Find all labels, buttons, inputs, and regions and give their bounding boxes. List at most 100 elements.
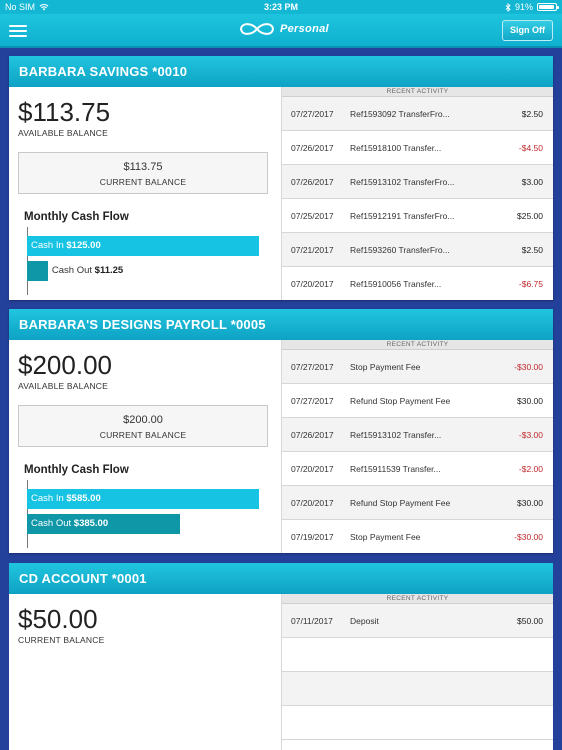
hamburger-menu-icon[interactable]	[9, 22, 27, 38]
activity-date: 07/27/2017	[291, 361, 334, 372]
activity-description: Ref1593092 TransferFro...	[350, 108, 450, 119]
cash-in-bar: Cash In $125.00	[27, 236, 259, 256]
activity-description: Ref1593260 TransferFro...	[350, 244, 450, 255]
current-balance-box: $113.75 CURRENT BALANCE	[18, 152, 268, 194]
activity-list: 07/11/2017 Deposit $50.00	[282, 604, 553, 740]
activity-row[interactable]: 07/27/2017 Stop Payment Fee -$30.00	[282, 350, 553, 384]
account-title[interactable]: BARBARA'S DESIGNS PAYROLL *0005	[9, 309, 553, 340]
cash-in-bar: Cash In $585.00	[27, 489, 259, 509]
nav-bar: Personal Sign Off	[0, 14, 562, 48]
activity-row[interactable]: 07/11/2017 Deposit $50.00	[282, 604, 553, 638]
activity-date: 07/27/2017	[291, 395, 334, 406]
activity-date: 07/19/2017	[291, 531, 334, 542]
activity-date: 07/26/2017	[291, 142, 334, 153]
recent-activity-panel: RECENT ACTIVITY 07/27/2017 Ref1593092 Tr…	[281, 87, 553, 300]
available-balance-amount: $200.00	[18, 350, 112, 380]
activity-amount: -$3.00	[518, 429, 543, 440]
activity-amount: $30.00	[517, 497, 543, 508]
activity-description: Refund Stop Payment Fee	[350, 497, 451, 508]
menu-line	[9, 30, 27, 32]
sign-off-button[interactable]: Sign Off	[502, 20, 553, 41]
activity-amount: $30.00	[517, 395, 543, 406]
wifi-icon	[39, 4, 49, 11]
activity-amount: $3.00	[521, 176, 543, 187]
activity-description: Stop Payment Fee	[350, 361, 421, 372]
activity-row[interactable]: 07/26/2017 Ref15918100 Transfer... -$4.5…	[282, 131, 553, 165]
logo-text: Personal	[280, 23, 329, 35]
activity-row[interactable]: 07/26/2017 Ref15913102 Transfer... -$3.0…	[282, 418, 553, 452]
account-card: BARBARA'S DESIGNS PAYROLL *0005 $200.00 …	[9, 309, 553, 553]
cash-out-text: Cash Out $11.25	[52, 261, 123, 281]
activity-row[interactable]: 07/20/2017 Ref15910056 Transfer... -$6.7…	[282, 267, 553, 300]
activity-row[interactable]: 07/27/2017 Refund Stop Payment Fee $30.0…	[282, 384, 553, 418]
recent-activity-panel: RECENT ACTIVITY 07/27/2017 Stop Payment …	[281, 340, 553, 553]
recent-activity-header: RECENT ACTIVITY	[282, 340, 553, 350]
cash-out-amount: $11.25	[94, 265, 124, 276]
current-balance-box: $200.00 CURRENT BALANCE	[18, 405, 268, 447]
activity-description: Stop Payment Fee	[350, 531, 421, 542]
activity-description: Ref15912191 TransferFro...	[350, 210, 455, 221]
app-logo: Personal	[238, 21, 329, 37]
current-balance-amount: $113.75	[123, 161, 163, 173]
activity-row[interactable]: 07/26/2017 Ref15913102 TransferFro... $3…	[282, 165, 553, 199]
account-card: CD ACCOUNT *0001 $50.00 CURRENT BALANCE …	[9, 563, 553, 750]
activity-date: 07/25/2017	[291, 210, 334, 221]
activity-date: 07/26/2017	[291, 176, 334, 187]
available-balance-amount: $113.75	[18, 97, 111, 127]
empty-activity-row	[282, 638, 553, 672]
activity-description: Ref15918100 Transfer...	[350, 142, 442, 153]
menu-line	[9, 25, 27, 27]
activity-amount: $25.00	[517, 210, 543, 221]
account-title[interactable]: CD ACCOUNT *0001	[9, 563, 553, 594]
balance-panel: $50.00 CURRENT BALANCE	[9, 594, 281, 750]
current-balance-label: CURRENT BALANCE	[18, 635, 105, 645]
current-balance-amount: $200.00	[123, 414, 163, 426]
bluetooth-icon	[505, 2, 511, 12]
activity-row[interactable]: 07/20/2017 Ref15911539 Transfer... -$2.0…	[282, 452, 553, 486]
cash-flow-title: Monthly Cash Flow	[24, 211, 129, 223]
activity-description: Refund Stop Payment Fee	[350, 395, 451, 406]
account-card: BARBARA SAVINGS *0010 $113.75 AVAILABLE …	[9, 56, 553, 300]
balance-panel: $113.75 AVAILABLE BALANCE $113.75 CURREN…	[9, 87, 281, 300]
cash-in-amount: $585.00	[66, 493, 101, 504]
current-balance-amount: $50.00	[18, 604, 98, 634]
infinity-logo-icon	[239, 23, 275, 35]
activity-row[interactable]: 07/20/2017 Refund Stop Payment Fee $30.0…	[282, 486, 553, 520]
battery-icon	[537, 3, 559, 11]
activity-row[interactable]: 07/21/2017 Ref1593260 TransferFro... $2.…	[282, 233, 553, 267]
empty-activity-row	[282, 706, 553, 740]
battery-fill	[539, 5, 554, 9]
activity-row[interactable]: 07/19/2017 Stop Payment Fee -$30.00	[282, 520, 553, 553]
activity-row[interactable]: 07/27/2017 Ref1593092 TransferFro... $2.…	[282, 97, 553, 131]
battery-percent: 91%	[514, 2, 533, 12]
cash-flow-title: Monthly Cash Flow	[24, 464, 129, 476]
activity-date: 07/20/2017	[291, 463, 334, 474]
activity-amount: $2.50	[521, 244, 543, 255]
cash-out-label: Cash Out	[31, 518, 72, 529]
cash-out-bar	[27, 261, 48, 281]
available-balance-label: AVAILABLE BALANCE	[18, 381, 109, 391]
clock: 3:23 PM	[263, 2, 298, 12]
current-balance-label: CURRENT BALANCE	[99, 177, 187, 187]
activity-amount: -$30.00	[514, 361, 543, 372]
activity-description: Ref15913102 TransferFro...	[350, 176, 455, 187]
activity-amount: -$4.50	[518, 142, 543, 153]
recent-activity-header: RECENT ACTIVITY	[282, 87, 553, 97]
activity-date: 07/20/2017	[291, 497, 334, 508]
activity-amount: -$6.75	[518, 278, 543, 289]
balance-panel: $200.00 AVAILABLE BALANCE $200.00 CURREN…	[9, 340, 281, 553]
current-balance-label: CURRENT BALANCE	[99, 430, 187, 440]
empty-activity-row	[282, 672, 553, 706]
activity-description: Deposit	[350, 615, 379, 626]
available-balance-label: AVAILABLE BALANCE	[18, 128, 109, 138]
activity-list: 07/27/2017 Ref1593092 TransferFro... $2.…	[282, 97, 553, 300]
activity-amount: -$30.00	[514, 531, 543, 542]
activity-row[interactable]: 07/25/2017 Ref15912191 TransferFro... $2…	[282, 199, 553, 233]
activity-date: 07/20/2017	[291, 278, 334, 289]
recent-activity-panel: RECENT ACTIVITY 07/11/2017 Deposit $50.0…	[281, 594, 553, 750]
account-title[interactable]: BARBARA SAVINGS *0010	[9, 56, 553, 87]
activity-date: 07/21/2017	[291, 244, 334, 255]
cash-out-label: Cash Out	[51, 265, 93, 276]
cash-in-label: Cash In	[31, 240, 64, 251]
activity-description: Ref15913102 Transfer...	[350, 429, 442, 440]
